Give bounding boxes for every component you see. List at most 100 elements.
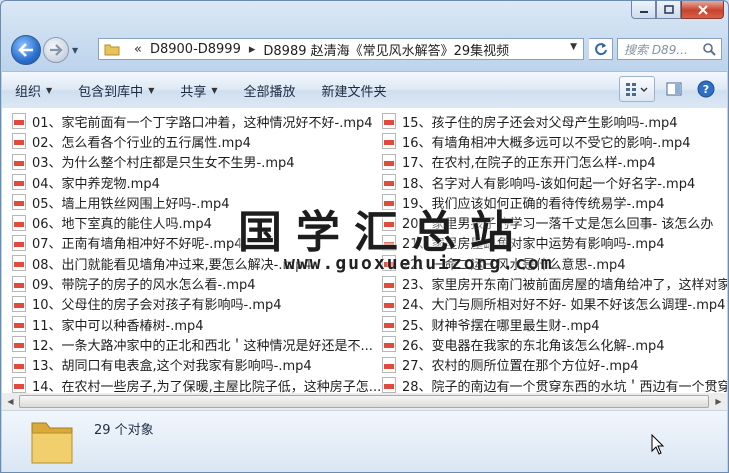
file-name: 25、财神爷摆在哪里最生财-.mp4 bbox=[402, 318, 600, 334]
mp4-file-icon bbox=[382, 153, 396, 170]
forward-button[interactable] bbox=[43, 37, 69, 63]
file-item[interactable]: 27、农村的厕所位置在那个方位好-.mp4 bbox=[382, 355, 727, 375]
file-item[interactable]: 06、地下室真的能住人吗.mp4 bbox=[12, 212, 380, 232]
mp4-file-icon bbox=[12, 214, 26, 231]
file-name: 08、出门就能看见墙角冲过来,要怎么解决-.mp4 bbox=[32, 257, 312, 273]
preview-pane-button[interactable] bbox=[661, 76, 687, 102]
file-item[interactable]: 04、家中养宠物.mp4 bbox=[12, 172, 380, 192]
file-item[interactable]: 02、怎么看各个行业的五行属性.mp4 bbox=[12, 131, 380, 151]
maximize-button[interactable] bbox=[656, 1, 681, 19]
file-item[interactable]: 01、家宅前面有一个丁字路口冲着，这种情况好不好-.mp4 bbox=[12, 111, 380, 131]
file-item[interactable]: 15、孩子住的房子还会对父母产生影响吗-.mp4 bbox=[382, 111, 727, 131]
breadcrumb-separator[interactable]: ▸ bbox=[249, 42, 256, 57]
breadcrumb-item[interactable]: D8900-D8999 bbox=[150, 42, 241, 57]
new-folder-label: 新建文件夹 bbox=[321, 84, 387, 100]
close-button[interactable] bbox=[681, 1, 724, 19]
scroll-right-arrow[interactable]: ▶ bbox=[710, 393, 727, 410]
file-item[interactable]: 24、大门与厕所相对好不好- 如果不好该怎么调理-.mp4 bbox=[382, 294, 727, 314]
mp4-file-icon bbox=[382, 234, 396, 251]
file-name: 16、有墙角相冲大概多远可以不受它的影响-.mp4 bbox=[402, 135, 691, 151]
folder-icon bbox=[31, 422, 73, 464]
file-name: 06、地下室真的能住人吗.mp4 bbox=[32, 217, 212, 233]
file-item[interactable]: 22、一命二运三风水是什么意思-.mp4 bbox=[382, 253, 727, 273]
horizontal-scrollbar[interactable]: ◀ ▶ bbox=[2, 393, 727, 411]
file-item[interactable]: 14、在农村一些房子,为了保暖,主屋比院子低，这种房子怎... bbox=[12, 375, 380, 394]
mp4-file-icon bbox=[12, 113, 26, 130]
mp4-file-icon bbox=[382, 113, 396, 130]
refresh-button[interactable] bbox=[589, 38, 613, 60]
share-menu[interactable]: 共享 ▼ bbox=[167, 81, 230, 100]
navigation-buttons: ▼ bbox=[11, 35, 82, 65]
file-item[interactable]: 09、带院子的房子的风水怎么看-.mp4 bbox=[12, 273, 380, 293]
file-item[interactable]: 19、我们应该如何正确的看待传统易学-.mp4 bbox=[382, 192, 727, 212]
file-item[interactable]: 21、家里房屋缺角对家中运势有影响吗-.mp4 bbox=[382, 233, 727, 253]
file-item[interactable]: 16、有墙角相冲大概多远可以不受它的影响-.mp4 bbox=[382, 131, 727, 151]
minimize-icon bbox=[639, 10, 648, 13]
mp4-file-icon bbox=[12, 234, 26, 251]
file-item[interactable]: 12、一条大路冲家中的正北和西北＇这种情况是好还是不... bbox=[12, 334, 380, 354]
change-view-button[interactable] bbox=[619, 76, 655, 102]
file-name: 02、怎么看各个行业的五行属性.mp4 bbox=[32, 135, 251, 151]
help-icon: ? bbox=[697, 80, 715, 98]
svg-text:?: ? bbox=[703, 83, 709, 96]
file-list[interactable]: 01、家宅前面有一个丁字路口冲着，这种情况好不好-.mp4 02、怎么看各个行业的… bbox=[2, 108, 727, 394]
file-name: 17、在农村,在院子的正东开门怎么样-.mp4 bbox=[402, 156, 656, 172]
folder-icon bbox=[104, 44, 120, 56]
new-folder-button[interactable]: 新建文件夹 bbox=[309, 81, 400, 100]
file-item[interactable]: 18、名字对人有影响吗-该如何起一个好名字-.mp4 bbox=[382, 172, 727, 192]
file-name: 20、家里男孩子的学习一落千丈是怎么回事- 该怎么办 bbox=[402, 217, 714, 233]
item-count: 29 个对象 bbox=[94, 423, 154, 438]
file-item[interactable]: 10、父母住的房子会对孩子有影响吗-.mp4 bbox=[12, 294, 380, 314]
file-name: 14、在农村一些房子,为了保暖,主屋比院子低，这种房子怎... bbox=[32, 379, 380, 394]
scroll-left-arrow[interactable]: ◀ bbox=[2, 393, 19, 410]
file-item[interactable]: 26、变电器在我家的东北角该怎么化解-.mp4 bbox=[382, 334, 727, 354]
organize-menu[interactable]: 组织 ▼ bbox=[2, 81, 65, 100]
file-name: 05、墙上用铁丝网围上好吗-.mp4 bbox=[32, 196, 230, 212]
breadcrumb-overflow[interactable]: « bbox=[134, 42, 142, 57]
mp4-file-icon bbox=[12, 356, 26, 373]
file-item[interactable]: 05、墙上用铁丝网围上好吗-.mp4 bbox=[12, 192, 380, 212]
recent-pages-dropdown[interactable]: ▼ bbox=[72, 46, 82, 55]
file-name: 07、正南有墙角相冲好不好呢-.mp4 bbox=[32, 237, 243, 253]
minimize-button[interactable] bbox=[631, 1, 656, 19]
file-name: 19、我们应该如何正确的看待传统易学-.mp4 bbox=[402, 196, 665, 212]
file-name: 24、大门与厕所相对好不好- 如果不好该怎么调理-.mp4 bbox=[402, 298, 726, 314]
chevron-down-icon: ▼ bbox=[148, 85, 155, 95]
file-item[interactable]: 23、家里房开东南门被前面房屋的墙角给冲了，这样对家 bbox=[382, 273, 727, 293]
organize-label: 组织 bbox=[15, 84, 42, 100]
file-name: 11、家中可以种香椿树-.mp4 bbox=[32, 318, 204, 334]
command-bar: 组织 ▼ 包含到库中 ▼ 共享 ▼ 全部播放 新建文件夹 ? bbox=[2, 71, 727, 109]
address-bar[interactable]: « D8900-D8999 ▸ D8989 赵清海《常见风水解答》29集视频 ▼ bbox=[98, 38, 584, 60]
file-item[interactable]: 28、院子的南边有一个贯穿东西的水坑＇西边有一个贯穿 bbox=[382, 375, 727, 393]
breadcrumb-item[interactable]: D8989 赵清海《常见风水解答》29集视频 bbox=[263, 40, 509, 59]
mp4-file-icon bbox=[382, 377, 396, 393]
help-button[interactable]: ? bbox=[693, 76, 719, 102]
mp4-file-icon bbox=[12, 377, 26, 393]
file-name: 18、名字对人有影响吗-该如何起一个好名字-.mp4 bbox=[402, 176, 696, 192]
mp4-file-icon bbox=[382, 255, 396, 272]
file-item[interactable]: 03、为什么整个村庄都是只生女不生男-.mp4 bbox=[12, 152, 380, 172]
back-button[interactable] bbox=[11, 35, 41, 65]
include-library-menu[interactable]: 包含到库中 ▼ bbox=[65, 81, 167, 100]
file-name: 01、家宅前面有一个丁字路口冲着，这种情况好不好-.mp4 bbox=[32, 115, 373, 131]
file-item[interactable]: 20、家里男孩子的学习一落千丈是怎么回事- 该怎么办 bbox=[382, 212, 727, 232]
chevron-down-icon: ▼ bbox=[211, 85, 218, 95]
search-input[interactable]: 搜索 D89... bbox=[617, 38, 722, 60]
file-name: 09、带院子的房子的风水怎么看-.mp4 bbox=[32, 278, 256, 294]
file-name: 27、农村的厕所位置在那个方位好-.mp4 bbox=[402, 359, 639, 375]
file-item[interactable]: 17、在农村,在院子的正东开门怎么样-.mp4 bbox=[382, 152, 727, 172]
file-item[interactable]: 13、胡同口有电表盒,这个对我家有影响吗-.mp4 bbox=[12, 355, 380, 375]
file-name: 21、家里房屋缺角对家中运势有影响吗-.mp4 bbox=[402, 237, 665, 253]
file-item[interactable]: 08、出门就能看见墙角冲过来,要怎么解决-.mp4 bbox=[12, 253, 380, 273]
file-item[interactable]: 11、家中可以种香椿树-.mp4 bbox=[12, 314, 380, 334]
scroll-thumb[interactable] bbox=[19, 395, 709, 408]
file-item[interactable]: 07、正南有墙角相冲好不好呢-.mp4 bbox=[12, 233, 380, 253]
file-name: 10、父母住的房子会对孩子有影响吗-.mp4 bbox=[32, 298, 282, 314]
mp4-file-icon bbox=[382, 275, 396, 292]
search-icon bbox=[703, 43, 716, 56]
address-dropdown[interactable]: ▼ bbox=[570, 42, 577, 52]
file-item[interactable]: 25、财神爷摆在哪里最生财-.mp4 bbox=[382, 314, 727, 334]
mp4-file-icon bbox=[12, 255, 26, 272]
play-all-button[interactable]: 全部播放 bbox=[231, 81, 309, 100]
scroll-track[interactable] bbox=[19, 394, 710, 409]
